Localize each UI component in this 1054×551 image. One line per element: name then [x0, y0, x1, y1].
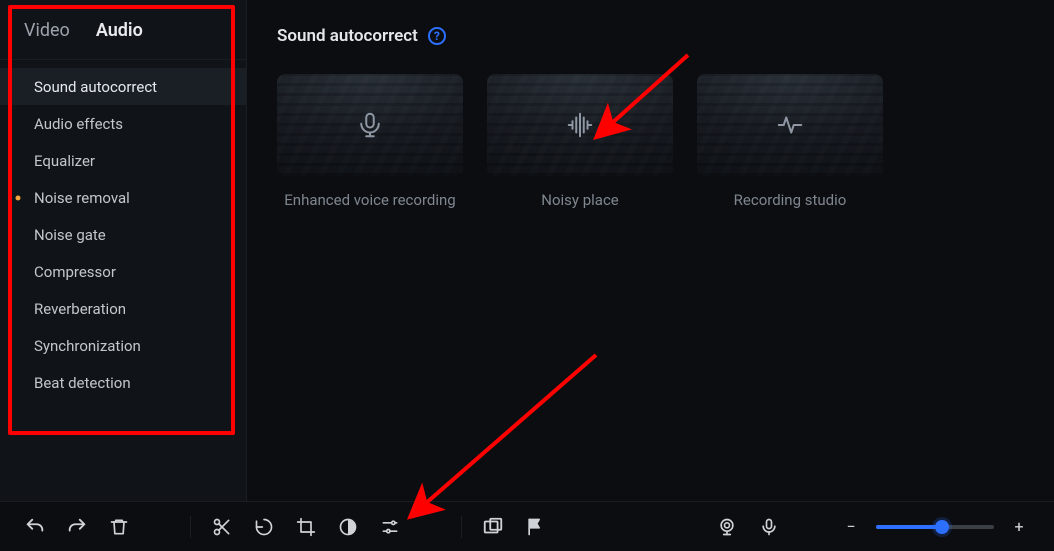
preset-card[interactable]: Recording studio: [697, 74, 883, 210]
sidebar-item-audio-effects[interactable]: Audio effects: [0, 105, 246, 142]
timeline-toolbar: − +: [0, 501, 1054, 551]
sidebar-menu: Sound autocorrect Audio effects Equalizer N…: [0, 60, 246, 409]
trash-icon: [109, 517, 129, 537]
panel-title-row: Sound autocorrect ?: [277, 26, 1026, 46]
zoom-knob[interactable]: [935, 520, 949, 534]
workspace: Video Audio Sound autocorrect Audio effec…: [0, 0, 1054, 501]
sidebar-item-beat-detection[interactable]: Beat detection: [0, 364, 246, 401]
crop-button[interactable]: [291, 512, 321, 542]
sidebar-item-equalizer[interactable]: Equalizer: [0, 142, 246, 179]
panel-title: Sound autocorrect: [277, 26, 418, 46]
record-button[interactable]: [754, 512, 784, 542]
tab-video[interactable]: Video: [24, 20, 70, 41]
waveform-icon: [565, 110, 595, 140]
contrast-icon: [338, 517, 358, 537]
main-panel: Sound autocorrect ? Enhanced voice recor…: [247, 0, 1054, 501]
sidebar-item-noise-removal[interactable]: Noise removal: [0, 179, 246, 216]
preset-label: Enhanced voice recording: [277, 190, 463, 210]
preset-label: Noisy place: [487, 190, 673, 210]
preset-card[interactable]: Noisy place: [487, 74, 673, 210]
preset-thumb: [487, 74, 673, 176]
sidebar-tabs: Video Audio: [0, 0, 246, 60]
sidebar-item-label: Reverberation: [34, 300, 126, 318]
preset-thumb: [697, 74, 883, 176]
zoom-out-button[interactable]: −: [836, 512, 866, 542]
zoom-fill: [876, 525, 942, 529]
tab-audio[interactable]: Audio: [96, 20, 143, 41]
transitions-icon: [482, 516, 504, 538]
mic-icon: [759, 517, 779, 537]
tb-sep: [190, 516, 191, 538]
sidebar: Video Audio Sound autocorrect Audio effec…: [0, 0, 247, 501]
adjust-button[interactable]: [375, 512, 405, 542]
sidebar-item-label: Beat detection: [34, 374, 131, 392]
preset-thumb: [277, 74, 463, 176]
change-dot-icon: [16, 195, 21, 200]
sliders-icon: [380, 517, 400, 537]
delete-button[interactable]: [104, 512, 134, 542]
crop-icon: [296, 517, 316, 537]
cut-button[interactable]: [207, 512, 237, 542]
preset-label: Recording studio: [697, 190, 883, 210]
sidebar-item-label: Noise removal: [34, 189, 130, 207]
sidebar-item-label: Synchronization: [34, 337, 141, 355]
sidebar-item-synchronization[interactable]: Synchronization: [0, 327, 246, 364]
color-button[interactable]: [333, 512, 363, 542]
flag-icon: [525, 517, 545, 537]
undo-icon: [24, 516, 46, 538]
help-icon[interactable]: ?: [428, 27, 446, 45]
tb-sep: [461, 516, 462, 538]
app-root: Video Audio Sound autocorrect Audio effec…: [0, 0, 1054, 551]
redo-icon: [66, 516, 88, 538]
undo-button[interactable]: [20, 512, 50, 542]
preset-cards: Enhanced voice recording Noisy place Recor…: [277, 74, 1026, 210]
sidebar-item-label: Noise gate: [34, 226, 106, 244]
sidebar-item-label: Equalizer: [34, 152, 95, 170]
sidebar-item-compressor[interactable]: Compressor: [0, 253, 246, 290]
zoom-track[interactable]: [876, 525, 994, 529]
zoom-slider: − +: [836, 512, 1034, 542]
sidebar-item-label: Audio effects: [34, 115, 123, 133]
marker-button[interactable]: [520, 512, 550, 542]
sidebar-item-sound-autocorrect[interactable]: Sound autocorrect: [0, 68, 246, 105]
redo-button[interactable]: [62, 512, 92, 542]
sidebar-item-label: Compressor: [34, 263, 116, 281]
mic-icon: [355, 110, 385, 140]
preset-card[interactable]: Enhanced voice recording: [277, 74, 463, 210]
zoom-in-button[interactable]: +: [1004, 512, 1034, 542]
webcam-icon: [717, 517, 737, 537]
sidebar-item-label: Sound autocorrect: [34, 78, 157, 96]
scissors-icon: [212, 517, 232, 537]
rotate-icon: [254, 517, 274, 537]
pulse-icon: [775, 110, 805, 140]
webcam-button[interactable]: [712, 512, 742, 542]
sidebar-item-noise-gate[interactable]: Noise gate: [0, 216, 246, 253]
rotate-button[interactable]: [249, 512, 279, 542]
sidebar-item-reverberation[interactable]: Reverberation: [0, 290, 246, 327]
transitions-button[interactable]: [478, 512, 508, 542]
